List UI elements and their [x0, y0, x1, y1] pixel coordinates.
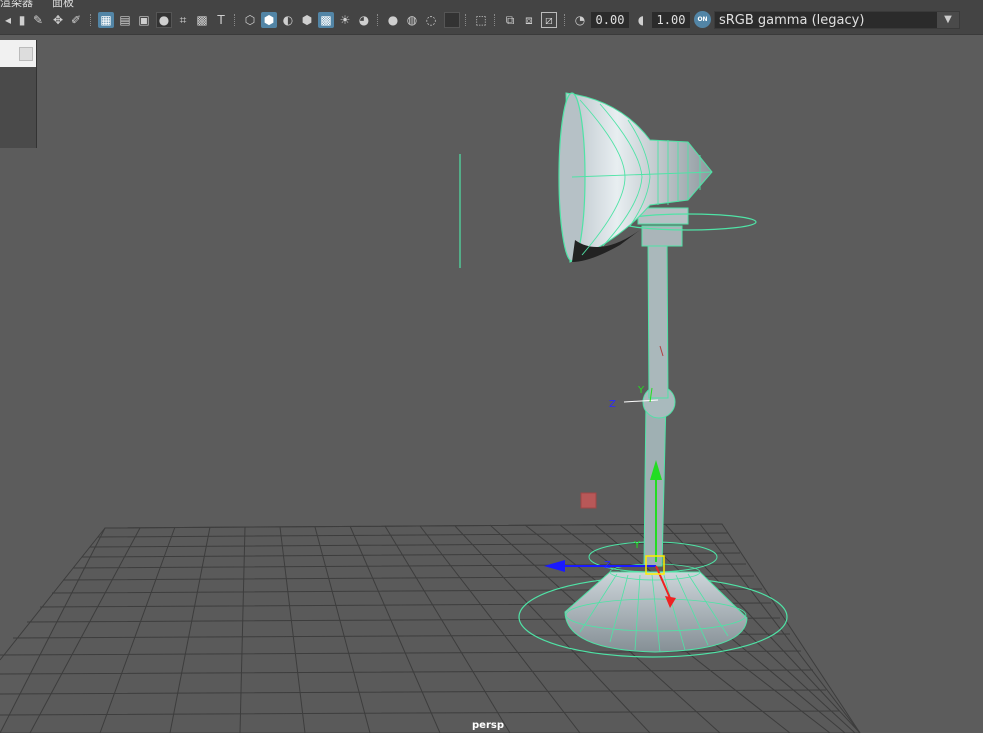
color-space-value: sRGB gamma (legacy)	[719, 13, 865, 28]
color-space-dropdown[interactable]: sRGB gamma (legacy) ▼	[714, 11, 960, 29]
textured-icon[interactable]: ▩	[318, 12, 334, 28]
resolution-gate-icon[interactable]: ▣	[136, 12, 152, 28]
tool-settings-panel[interactable]	[0, 40, 37, 148]
safe-action-icon[interactable]: ▩	[194, 12, 210, 28]
gamma-field[interactable]: 1.00	[652, 12, 690, 28]
exposure-field[interactable]: 0.00	[591, 12, 629, 28]
paint-icon[interactable]: ✐	[68, 12, 84, 28]
anti-aliasing-icon[interactable]: ◌	[423, 12, 439, 28]
menu-panels[interactable]: 面板	[52, 0, 74, 8]
manip-z-label-upper: Z	[609, 399, 616, 410]
panel-toolbar: ◂ ▮ ✎ ✥ ✐ ▦ ▤ ▣ ● ⌗ ▩ T ⬡ ⬢ ◐ ⬢ ▩ ☀ ◕ ● …	[0, 8, 983, 35]
wireframe-on-shaded-icon[interactable]: ⬢	[299, 12, 315, 28]
default-material-icon[interactable]: ◐	[280, 12, 296, 28]
manip-y-label-upper: Y	[637, 385, 645, 396]
xray-joints-icon[interactable]: ⧈	[521, 12, 537, 28]
menu-renderer[interactable]: 渲染器	[0, 0, 33, 8]
edit-icon[interactable]: ✎	[30, 12, 46, 28]
smooth-shade-icon[interactable]: ⬢	[261, 12, 277, 28]
chevron-down-icon[interactable]: ▼	[937, 12, 959, 28]
depth-of-field-icon[interactable]	[444, 12, 460, 28]
use-lights-icon[interactable]: ☀	[337, 12, 353, 28]
gamma-icon[interactable]: ◖	[633, 12, 649, 28]
screen-space-ao-icon[interactable]: ●	[385, 12, 401, 28]
camera-name-label: persp	[472, 720, 504, 731]
film-gate-icon[interactable]: ▤	[117, 12, 133, 28]
manip-z-label-lower: Z	[604, 560, 611, 571]
menu-bar: 渲染器 面板	[0, 0, 983, 8]
backface-culling-icon[interactable]: ⧄	[541, 12, 557, 28]
color-management-icon[interactable]: ON	[694, 11, 711, 28]
bookmark-icon[interactable]: ▮	[14, 12, 30, 28]
gate-mask-icon[interactable]: ●	[156, 12, 172, 28]
panel-close-icon[interactable]	[19, 47, 33, 61]
motion-blur-icon[interactable]: ◍	[404, 12, 420, 28]
lamp-shade	[558, 92, 713, 263]
isolate-select-icon[interactable]: ⬚	[473, 12, 489, 28]
upper-arm	[647, 239, 669, 399]
exposure-icon[interactable]: ◔	[572, 12, 588, 28]
safe-title-icon[interactable]: T	[213, 12, 229, 28]
pivot-icon[interactable]: ✥	[50, 12, 66, 28]
shadows-icon[interactable]: ◕	[356, 12, 372, 28]
scene-canvas[interactable]: Y Z Y Z	[0, 35, 983, 733]
field-chart-icon[interactable]: ⌗	[175, 12, 191, 28]
grid-icon[interactable]: ▦	[98, 12, 114, 28]
manip-y-label-lower: Y	[633, 540, 641, 551]
wireframe-icon[interactable]: ⬡	[242, 12, 258, 28]
xray-icon[interactable]: ⧉	[502, 12, 518, 28]
locator-marker	[580, 492, 597, 509]
